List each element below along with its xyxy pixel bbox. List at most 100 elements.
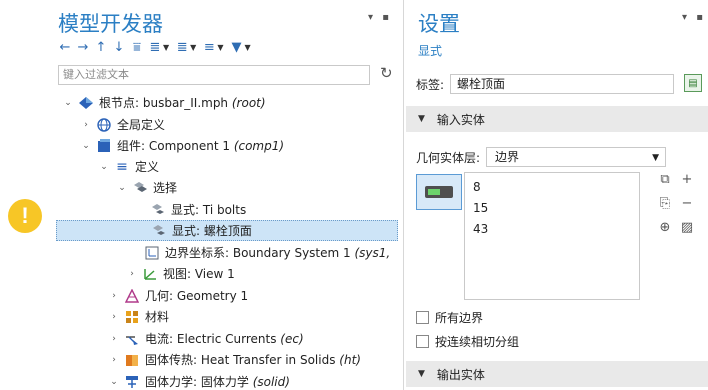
label-edit-icon[interactable]: ▤ (684, 74, 702, 92)
tree-item-tag: (ht) (339, 352, 361, 367)
checkbox-box[interactable] (416, 335, 429, 348)
move-down-icon[interactable]: ↓ (112, 40, 126, 55)
move-up-icon[interactable]: ↑ (94, 40, 108, 55)
tree-item-tag: (ec) (280, 331, 304, 346)
tree-item-tag: (root) (231, 95, 266, 110)
tree-item-label: 电流: Electric Currents (145, 332, 277, 346)
zoom-to-selection-icon[interactable]: ⊕ (654, 220, 676, 238)
heat-transfer-icon (124, 352, 140, 368)
geometric-entity-level-row: 几何实体层: 边界 ▼ (416, 147, 667, 167)
tree-item-solid-mechanics[interactable]: ⌄ 固体力学: 固体力学 (solid) (108, 371, 290, 390)
chevron-down-icon[interactable]: ▼ (244, 43, 250, 52)
tree-item-global-definitions[interactable]: › 全局定义 (80, 114, 165, 135)
list-item[interactable]: 8 (473, 177, 631, 198)
model-builder-panel: 模型开发器 ▾ ▪ ← → ↑ ↓ ⩸ ≣ ▼ ≣ ▼ ≡ ▼ ▼ ▼ 键入过滤文本 ↻… (50, 0, 404, 390)
chevron-down-icon[interactable]: ⌄ (108, 377, 120, 387)
root-icon (78, 95, 94, 111)
section-title: 输出实体 (436, 367, 485, 382)
tree-item-definitions[interactable]: ⌄ ≡ 定义 (98, 156, 159, 177)
list-item[interactable]: 43 (473, 219, 631, 240)
checkbox-label: 所有边界 (435, 311, 484, 325)
pin-icon[interactable]: ▼ (229, 40, 243, 55)
warning-icon: ! (8, 199, 42, 233)
copy-icon[interactable]: ⧉ (654, 172, 676, 190)
tree-item-geometry[interactable]: › 几何: Geometry 1 (108, 285, 248, 306)
explicit-icon (151, 223, 167, 239)
tree-item-boundary-system[interactable]: 边界坐标系: Boundary System 1 (sys1, (144, 242, 390, 263)
tree-item-electric-currents[interactable]: › 电流: Electric Currents (ec) (108, 328, 304, 349)
show-icon[interactable]: ≣ (175, 40, 189, 55)
chevron-right-icon[interactable]: › (108, 355, 120, 365)
chevron-down-icon: ▼ (418, 369, 425, 379)
input-entities-section[interactable]: ▼ 输入实体 (406, 106, 708, 132)
tree-item-view[interactable]: › 视图: View 1 (126, 263, 235, 284)
label-row: 标签: 螺栓顶面 (416, 74, 675, 94)
panel-title: 模型开发器 (58, 12, 163, 36)
chevron-down-icon: ▼ (652, 153, 660, 163)
tree-item-root[interactable]: ⌄ 根节点: busbar_II.mph (root) (62, 92, 266, 113)
checkbox-box[interactable] (416, 311, 429, 324)
clear-selection-icon[interactable]: ▨ (676, 220, 698, 238)
chevron-right-icon[interactable]: › (108, 334, 120, 344)
geometry-icon (124, 288, 140, 304)
selection-list[interactable]: 8 15 43 (464, 172, 640, 300)
panel-menu-icon[interactable]: ▾ ▪ (682, 12, 706, 23)
settings-subtitle: 显式 (418, 44, 443, 58)
tree-item-label: 显式: 螺栓顶面 (172, 224, 252, 238)
refresh-icon[interactable]: ↻ (380, 64, 393, 82)
model-builder-toolbar: ← → ↑ ↓ ⩸ ≣ ▼ ≣ ▼ ≡ ▼ ▼ ▼ (58, 38, 253, 56)
chevron-down-icon[interactable]: ▼ (163, 43, 169, 52)
select-value: 边界 (495, 150, 520, 164)
chevron-down-icon[interactable]: ⌄ (62, 98, 74, 108)
tree-item-label: 固体传热: Heat Transfer in Solids (145, 353, 336, 367)
definitions-icon: ≡ (116, 158, 128, 175)
component-icon (96, 138, 112, 154)
back-arrow-icon[interactable]: ← (58, 40, 72, 55)
group-by-continuous-checkbox[interactable]: 按连续相切分组 (416, 333, 519, 350)
tree-item-heat-transfer[interactable]: › 固体传热: Heat Transfer in Solids (ht) (108, 349, 361, 370)
tree-item-explicit-bolt-top[interactable]: 显式: 螺栓顶面 (56, 220, 398, 241)
chevron-right-icon[interactable]: › (108, 312, 120, 322)
chevron-down-icon[interactable]: ⌄ (116, 183, 128, 193)
materials-icon (124, 309, 140, 325)
tree-item-tag: (sys1, (354, 245, 391, 260)
paste-icon[interactable]: ⎘ (654, 196, 676, 214)
globe-icon (96, 117, 112, 133)
tree-item-explicit-ti-bolts[interactable]: 显式: Ti bolts (150, 199, 246, 220)
tree-item-label: 固体力学: 固体力学 (145, 375, 249, 389)
coordinate-system-icon (144, 245, 160, 261)
label-caption: 标签: (416, 77, 445, 92)
forward-arrow-icon[interactable]: → (76, 40, 90, 55)
activate-selection-toggle[interactable] (416, 174, 462, 210)
tree-item-selections[interactable]: ⌄ 选择 (116, 177, 177, 198)
list-item[interactable]: 15 (473, 198, 631, 219)
add-icon[interactable]: + (676, 172, 698, 190)
chevron-right-icon[interactable]: › (108, 291, 120, 301)
electric-currents-icon (124, 331, 140, 347)
expand-icon[interactable]: ≣ (148, 40, 162, 55)
filter-input[interactable]: 键入过滤文本 (58, 65, 370, 85)
tree-item-materials[interactable]: › 材料 (108, 306, 169, 327)
output-entities-section[interactable]: ▼ 输出实体 (406, 361, 708, 387)
chevron-down-icon[interactable]: ⌄ (80, 141, 92, 151)
chevron-down-icon[interactable]: ⌄ (98, 162, 110, 172)
label-input[interactable]: 螺栓顶面 (450, 74, 675, 94)
geometric-entity-level-select[interactable]: 边界 ▼ (486, 147, 667, 167)
tree-item-label: 显式: Ti bolts (171, 203, 247, 217)
tree-item-label: 选择 (153, 181, 178, 195)
tree-item-label: 视图: View 1 (163, 267, 235, 281)
settings-panel: 设置 ▾ ▪ 显式 标签: 螺栓顶面 ▤ ▼ 输入实体 几何实体层: 边界 ▼ … (406, 0, 708, 390)
solid-mechanics-icon (124, 374, 140, 390)
all-boundaries-checkbox[interactable]: 所有边界 (416, 309, 483, 326)
chevron-right-icon[interactable]: › (126, 269, 138, 279)
tree-item-tag: (solid) (252, 374, 290, 389)
chevron-right-icon[interactable]: › (80, 120, 92, 130)
chevron-down-icon[interactable]: ▼ (217, 43, 223, 52)
tree-item-component[interactable]: ⌄ 组件: Component 1 (comp1) (80, 135, 284, 156)
filter-icon[interactable]: ⩸ (130, 40, 144, 55)
chevron-down-icon[interactable]: ▼ (190, 43, 196, 52)
tree-item-label: 全局定义 (117, 118, 166, 132)
panel-menu-icon[interactable]: ▾ ▪ (368, 12, 392, 23)
remove-icon[interactable]: − (676, 196, 698, 214)
list-icon[interactable]: ≡ (202, 40, 216, 55)
